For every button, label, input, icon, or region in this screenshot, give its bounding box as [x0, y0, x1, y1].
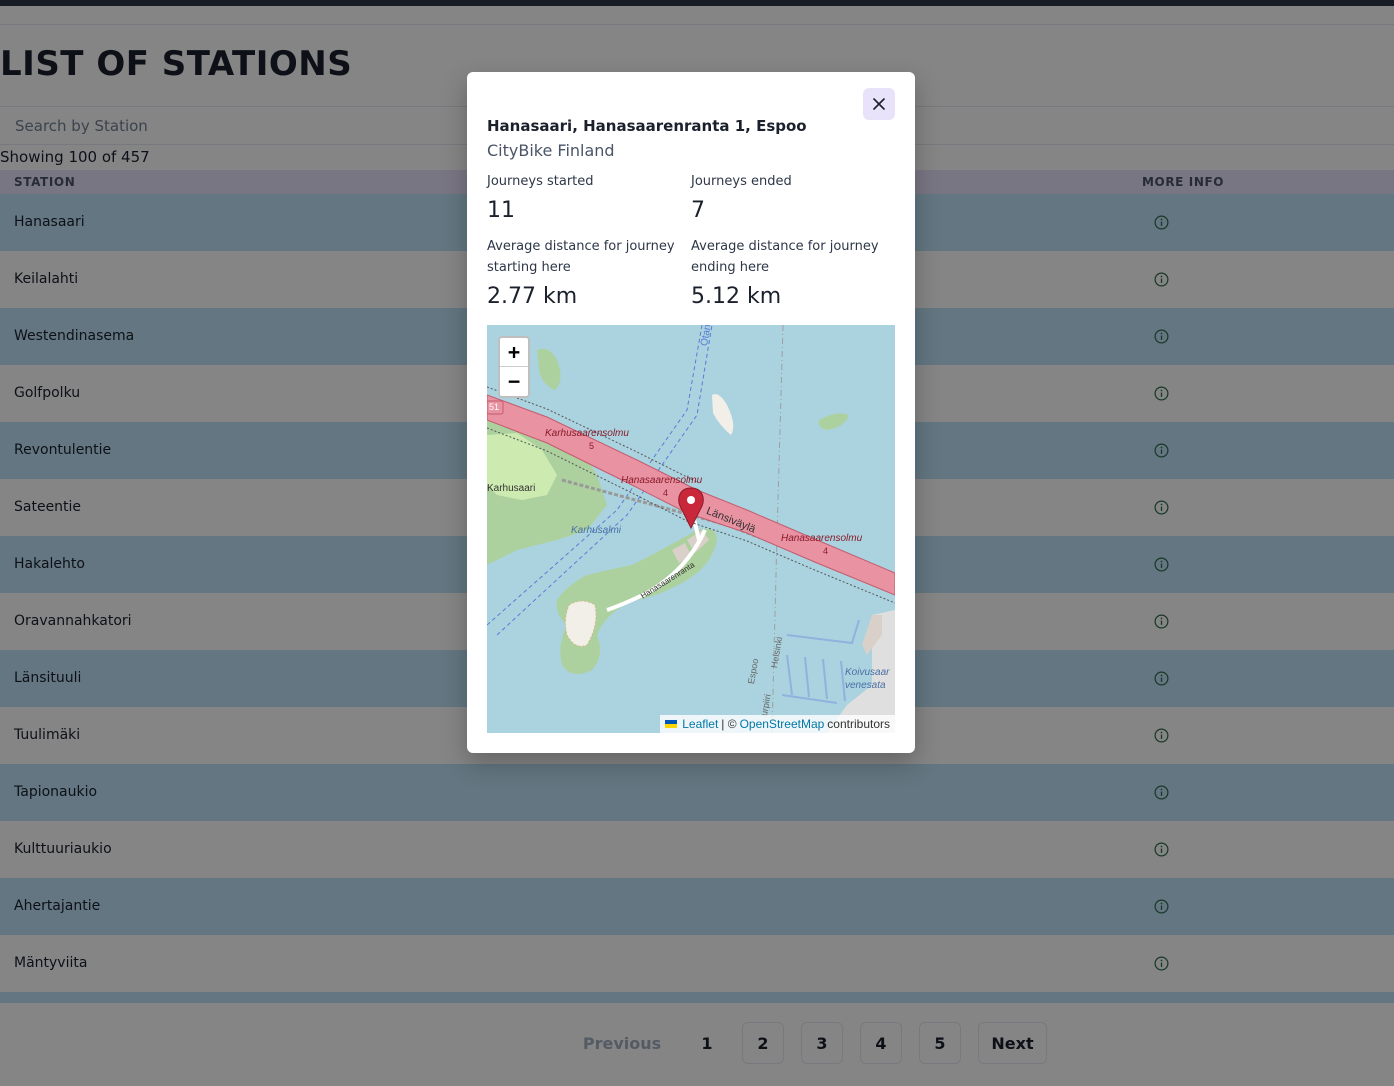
openstreetmap-link[interactable]: OpenStreetMap [740, 717, 825, 731]
attribution-separator: | © [721, 717, 737, 731]
close-button[interactable] [863, 88, 895, 120]
map-label-hanasaarensolmu-b-num: 4 [823, 546, 829, 556]
journeys-started-label: Journeys started [487, 174, 594, 189]
map-label-karhusaarensolmu-num: 5 [589, 441, 595, 451]
map-label-karhusaarensolmu: Karhusaarensolmu [545, 428, 629, 439]
zoom-in-button[interactable]: + [500, 338, 528, 367]
map-label-hanasaarensolmu-a: Hanasaarensolmu [621, 475, 703, 486]
leaflet-link[interactable]: Leaflet [682, 717, 718, 731]
attribution-contributors: contributors [827, 717, 890, 731]
map-zoom-control: + − [498, 336, 530, 398]
map-label-karhusaari: Karhusaari [487, 483, 536, 494]
operator-name: CityBike Finland [487, 141, 615, 160]
map-attribution: Leaflet | © OpenStreetMap contributors [660, 715, 895, 733]
map-label-koivusaari-2: venesata [845, 680, 886, 691]
journeys-started-value: 11 [487, 198, 515, 223]
journeys-ended-value: 7 [691, 198, 705, 223]
map-label-koivusaari-1: Koivusaar [845, 667, 890, 678]
avg-distance-start-value: 2.77 km [487, 284, 578, 309]
map-label-hanasaarensolmu-b: Hanasaarensolmu [781, 533, 863, 544]
station-details-modal: Hanasaari, Hanasaarenranta 1, Espoo City… [467, 72, 915, 753]
map-label-hanasaarensolmu-a-num: 4 [663, 488, 669, 498]
journeys-ended-label: Journeys ended [691, 174, 792, 189]
map-tiles [487, 325, 895, 733]
avg-distance-end-value: 5.12 km [691, 284, 782, 309]
avg-distance-start-label: Average distance for journey starting he… [487, 239, 675, 275]
modal-title: Hanasaari, Hanasaarenranta 1, Espoo [487, 117, 807, 135]
station-map[interactable]: 51 Otanien Karhusaarensolmu 5 Hanasaaren… [487, 325, 895, 733]
close-icon [873, 98, 885, 110]
map-label-route-51: 51 [489, 402, 500, 412]
zoom-out-button[interactable]: − [500, 367, 528, 396]
avg-distance-end-label: Average distance for journey ending here [691, 239, 879, 275]
ukraine-flag-icon [665, 720, 678, 728]
map-label-karhusalmi: Karhusalmi [571, 525, 622, 536]
